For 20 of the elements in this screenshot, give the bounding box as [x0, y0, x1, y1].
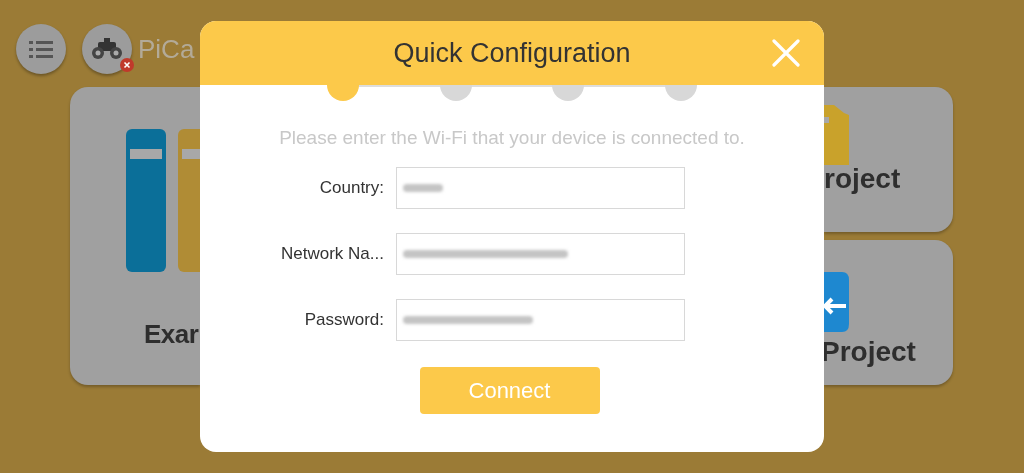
card-label: roject [824, 163, 901, 195]
dialog-title: Quick Configuration [393, 37, 631, 69]
robot-car-icon [90, 36, 124, 62]
card[interactable]: roject [824, 87, 953, 232]
menu-button[interactable] [16, 24, 66, 74]
field-label: Country: [318, 178, 385, 198]
list-icon [29, 40, 53, 58]
app-title: PiCa [138, 33, 195, 65]
card[interactable]: Exar [70, 87, 200, 385]
field-label: Password: [303, 310, 385, 330]
card[interactable]: Project [824, 240, 953, 385]
card-label: Exar [144, 318, 199, 350]
input-field[interactable] [396, 299, 685, 341]
close-icon [772, 39, 800, 67]
input-field[interactable] [396, 167, 685, 209]
field-label: Network Na... [280, 244, 385, 264]
card-label: Project [821, 336, 916, 368]
device-button[interactable] [82, 24, 132, 74]
input-field[interactable] [396, 233, 685, 275]
close-button[interactable] [772, 39, 800, 67]
